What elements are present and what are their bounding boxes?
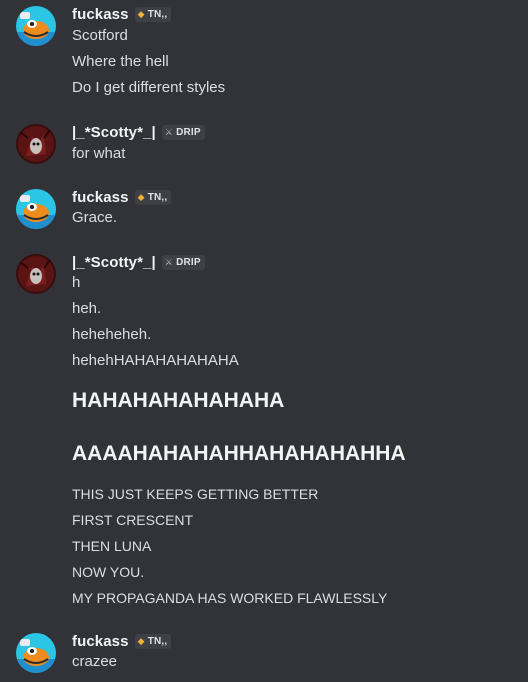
avatar-fuckass[interactable] [16,189,56,229]
fish-avatar-icon [16,633,56,673]
message-text: NOW YOU. [72,564,145,580]
message-text: heh. [72,300,102,317]
message-text: MY PROPAGANDA HAS WORKED FLAWLESSLY [72,590,388,606]
username[interactable]: fuckass [72,633,129,650]
server-tag[interactable]: ◆ TN,, [134,633,172,649]
leaf-icon: ◆ [137,191,145,202]
server-tag[interactable]: ◆ TN,, [134,6,172,22]
server-tag-label: TN,, [147,635,168,647]
avatar-fuckass[interactable] [16,633,56,673]
message-text: crazee [72,653,118,670]
message-text: FIRST CRESCENT [72,512,194,528]
username[interactable]: |_*Scotty*_| [72,254,156,271]
server-tag-label: DRIP [176,126,201,138]
dark-red-avatar-icon [16,254,56,294]
avatar-fuckass[interactable] [16,6,56,46]
message-text: heheheheh. [72,326,152,343]
fish-avatar-icon [16,189,56,229]
message-text: Grace. [72,209,118,226]
message-heading: AAAAHAHAHAHHAHAHAHAHHA [72,442,406,465]
leaf-icon: ◆ [137,8,145,19]
message-header: |_*Scotty*_| ⚔ DRIP [72,121,205,143]
username[interactable]: fuckass [72,6,129,23]
server-tag-label: DRIP [176,256,201,268]
server-tag-label: TN,, [147,8,168,20]
fish-avatar-icon [16,6,56,46]
server-tag[interactable]: ⚔ DRIP [161,124,205,140]
username[interactable]: fuckass [72,189,129,206]
message-text: h [72,274,81,291]
message-heading: HAHAHAHAHAHAHA [72,389,285,412]
message-header: |_*Scotty*_| ⚔ DRIP [72,251,205,273]
server-tag[interactable]: ⚔ DRIP [161,254,205,270]
message-header: fuckass ◆ TN,, [72,3,172,25]
message-text: THEN LUNA [72,538,152,554]
message-header: fuckass ◆ TN,, [72,630,172,652]
avatar-scotty[interactable] [16,124,56,164]
sword-icon: ⚔ [164,126,174,137]
server-tag[interactable]: ◆ TN,, [134,189,172,205]
message-text: Where the hell [72,53,169,70]
username[interactable]: |_*Scotty*_| [72,124,156,141]
avatar-scotty[interactable] [16,254,56,294]
message-text: Scotford [72,27,128,44]
message-text: for what [72,145,126,162]
message-text: Do I get different styles [72,79,226,96]
leaf-icon: ◆ [137,635,145,646]
sword-icon: ⚔ [164,256,174,267]
message-text: THIS JUST KEEPS GETTING BETTER [72,486,319,502]
dark-red-avatar-icon [16,124,56,164]
server-tag-label: TN,, [147,191,168,203]
message-text: hehehHAHAHAHAHAHA [72,352,239,369]
message-header: fuckass ◆ TN,, [72,186,172,208]
